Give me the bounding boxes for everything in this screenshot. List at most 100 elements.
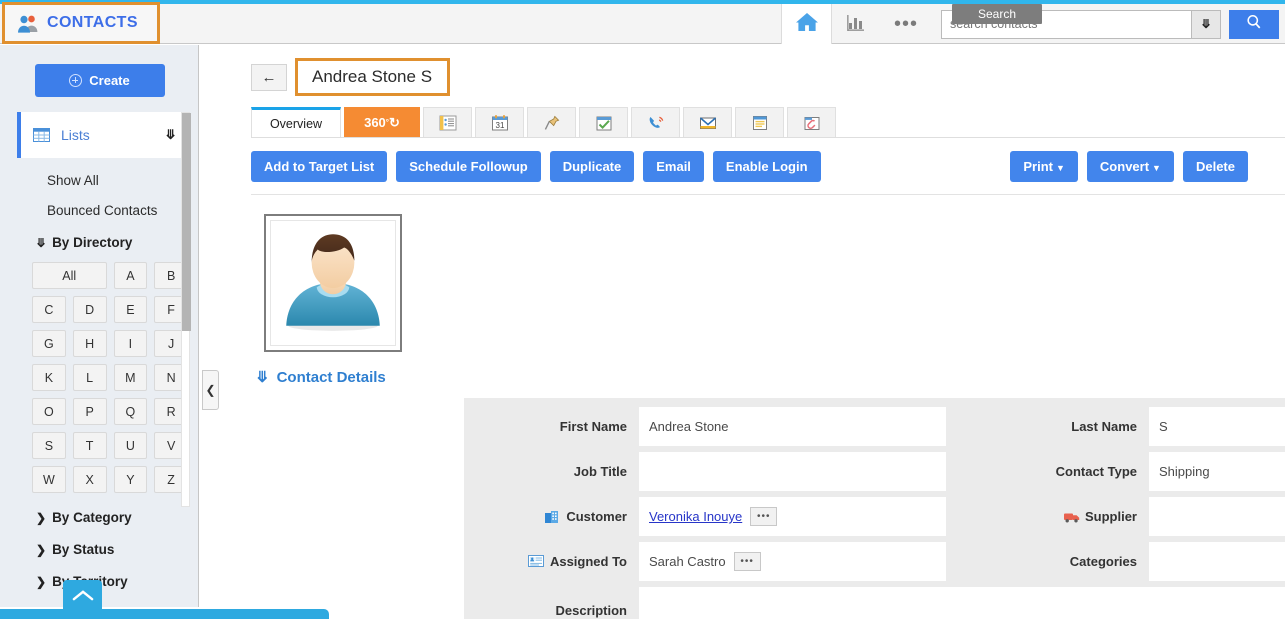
delete-button[interactable]: Delete xyxy=(1183,151,1248,182)
bottom-accent-bar xyxy=(0,609,329,619)
sidebar-group-label: By Status xyxy=(52,542,114,557)
letter-t[interactable]: T xyxy=(73,432,107,459)
chevron-down-icon[interactable]: ⤋ xyxy=(165,127,176,143)
field-label-wrap: Assigned To xyxy=(464,539,639,584)
letter-p[interactable]: P xyxy=(73,398,107,425)
module-contacts-badge[interactable]: CONTACTS xyxy=(2,2,160,44)
search-submit-button[interactable] xyxy=(1229,10,1279,39)
contact-avatar[interactable] xyxy=(264,214,402,352)
field-value[interactable] xyxy=(639,452,946,491)
more-options-button[interactable]: ••• xyxy=(881,4,931,44)
tab-pinned[interactable] xyxy=(527,107,576,137)
letter-m[interactable]: M xyxy=(114,364,148,391)
letter-c[interactable]: C xyxy=(32,296,66,323)
letter-h[interactable]: H xyxy=(73,330,107,357)
field-categories: Categories xyxy=(974,539,1285,584)
contact-details-section-header[interactable]: ⤋ Contact Details xyxy=(256,368,1285,386)
schedule-followup-button[interactable]: Schedule Followup xyxy=(396,151,540,182)
truck-icon xyxy=(1063,510,1079,524)
create-button[interactable]: Create xyxy=(35,64,165,97)
field-label-wrap: Supplier xyxy=(974,494,1149,539)
field-value[interactable] xyxy=(1149,497,1285,536)
duplicate-button[interactable]: Duplicate xyxy=(550,151,635,182)
module-title: CONTACTS xyxy=(47,14,138,32)
search-scope-dropdown[interactable]: ⤋ xyxy=(1191,10,1221,39)
field-text: S xyxy=(1159,419,1168,434)
building-icon xyxy=(544,510,560,524)
sidebar-scrollbar-thumb[interactable] xyxy=(182,113,191,331)
field-last-name: Last Name S xyxy=(974,404,1285,449)
search-tooltip: Search xyxy=(952,4,1042,24)
sidebar-group-by-territory[interactable]: ❯ By Territory xyxy=(36,574,199,589)
tab-tasks[interactable] xyxy=(579,107,628,137)
letter-a[interactable]: A xyxy=(114,262,148,289)
chevron-up-icon xyxy=(72,589,94,607)
field-value[interactable]: Shipping xyxy=(1149,452,1285,491)
add-to-target-list-button[interactable]: Add to Target List xyxy=(251,151,387,182)
letter-q[interactable]: Q xyxy=(114,398,148,425)
field-value[interactable] xyxy=(639,587,1285,619)
tab-360[interactable]: 360°↻ xyxy=(344,107,420,137)
plus-circle-icon xyxy=(69,74,82,87)
sidebar-item-show-all[interactable]: Show All xyxy=(47,173,199,188)
sidebar-collapse-handle[interactable]: ❮ xyxy=(202,370,219,410)
customer-lookup-button[interactable]: ••• xyxy=(750,507,777,526)
field-value[interactable] xyxy=(1149,542,1285,581)
letter-x[interactable]: X xyxy=(73,466,107,493)
letter-l[interactable]: L xyxy=(73,364,107,391)
tab-overview[interactable]: Overview xyxy=(251,107,341,137)
field-value[interactable]: Sarah Castro ••• xyxy=(639,542,946,581)
print-button[interactable]: Print▼ xyxy=(1010,151,1078,182)
contacts-icon xyxy=(17,13,39,33)
tab-calls[interactable] xyxy=(631,107,680,137)
field-value[interactable]: S xyxy=(1149,407,1285,446)
tab-emails[interactable] xyxy=(683,107,732,137)
back-button[interactable]: ← xyxy=(251,64,287,91)
id-card-icon xyxy=(528,555,544,569)
letter-y[interactable]: Y xyxy=(114,466,148,493)
letter-u[interactable]: U xyxy=(114,432,148,459)
scroll-to-top-button[interactable] xyxy=(63,580,102,619)
field-label: First Name xyxy=(464,404,639,449)
chevron-down-icon: ⤋ xyxy=(36,236,46,250)
home-button[interactable] xyxy=(781,4,831,44)
field-value[interactable]: Veronika Inouye ••• xyxy=(639,497,946,536)
field-description: Description xyxy=(464,584,1285,619)
tab-details[interactable] xyxy=(423,107,472,137)
letter-d[interactable]: D xyxy=(73,296,107,323)
convert-button-label: Convert xyxy=(1100,159,1149,174)
field-value[interactable]: Andrea Stone xyxy=(639,407,946,446)
tab-calendar[interactable]: 31 xyxy=(475,107,524,137)
sidebar-lists-label: Lists xyxy=(61,127,165,143)
email-button[interactable]: Email xyxy=(643,151,704,182)
letter-o[interactable]: O xyxy=(32,398,66,425)
letter-g[interactable]: G xyxy=(32,330,66,357)
sidebar-scrollbar[interactable] xyxy=(181,112,190,507)
default-person-avatar-icon xyxy=(272,220,394,347)
convert-button[interactable]: Convert▼ xyxy=(1087,151,1174,182)
svg-text:31: 31 xyxy=(495,121,504,130)
letter-w[interactable]: W xyxy=(32,466,66,493)
tab-notes[interactable] xyxy=(735,107,784,137)
sidebar-group-by-directory[interactable]: ⤋ By Directory xyxy=(36,235,199,250)
letter-i[interactable]: I xyxy=(114,330,148,357)
directory-letter-grid: All A B C D E F G H I J K L M N O P Q R … xyxy=(32,262,188,493)
tab-attachments[interactable] xyxy=(787,107,836,137)
letter-s[interactable]: S xyxy=(32,432,66,459)
customer-link[interactable]: Veronika Inouye xyxy=(649,509,742,524)
sidebar-group-by-status[interactable]: ❯ By Status xyxy=(36,542,199,557)
field-supplier: Supplier xyxy=(974,494,1285,539)
sidebar-item-bounced-contacts[interactable]: Bounced Contacts xyxy=(47,203,199,218)
form-row: Job Title Contact Type Shipping xyxy=(464,449,1285,494)
reports-button[interactable] xyxy=(831,4,881,44)
record-tabs: Overview 360°↻ xyxy=(251,108,1285,138)
letter-k[interactable]: K xyxy=(32,364,66,391)
envelope-icon xyxy=(698,113,718,133)
sidebar-group-by-category[interactable]: ❯ By Category xyxy=(36,510,199,525)
letter-e[interactable]: E xyxy=(114,296,148,323)
enable-login-button[interactable]: Enable Login xyxy=(713,151,821,182)
sidebar-item-lists[interactable]: Lists ⤋ xyxy=(17,112,188,158)
letter-all[interactable]: All xyxy=(32,262,107,289)
form-row: First Name Andrea Stone Last Name S xyxy=(464,404,1285,449)
assigned-to-lookup-button[interactable]: ••• xyxy=(734,552,761,571)
